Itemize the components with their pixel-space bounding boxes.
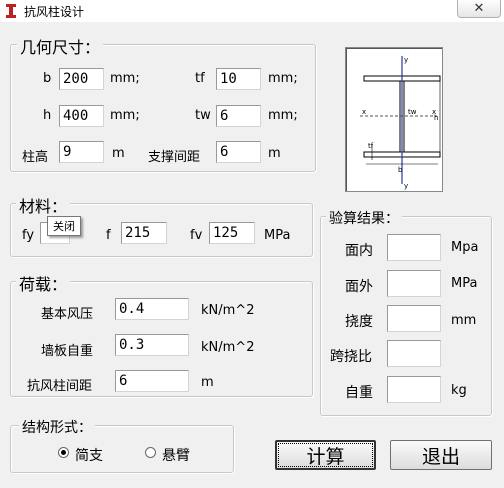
wind-pressure-label: 基本风压 <box>41 307 94 322</box>
tf-label: tf <box>195 71 205 86</box>
fv-label: fv <box>190 228 203 243</box>
material-legend: 材料： <box>16 193 71 217</box>
exit-button[interactable]: 退出 <box>390 440 492 470</box>
in-plane-label: 面内 <box>345 243 373 259</box>
b-unit: mm; <box>110 71 140 86</box>
cantilever-label[interactable]: 悬臂 <box>162 445 190 465</box>
out-plane-output[interactable] <box>387 270 441 297</box>
close-tooltip: 关闭 <box>47 216 81 236</box>
deflection-unit: mm <box>451 313 477 328</box>
b-dim-label: b <box>398 166 403 174</box>
wall-weight-input[interactable]: 0.3 <box>115 334 189 356</box>
radio-selected-dot <box>61 450 66 455</box>
tf-input[interactable]: 10 <box>216 68 261 90</box>
x-left-label: x <box>362 108 366 116</box>
tf-dim-label: tf <box>368 142 374 150</box>
self-weight-output[interactable] <box>387 376 441 403</box>
tw-unit: mm; <box>268 108 298 123</box>
brace-spacing-input[interactable]: 6 <box>216 141 261 163</box>
fv-input[interactable]: 125 <box>209 222 255 244</box>
results-legend: 验算结果： <box>326 208 402 228</box>
simple-support-radio[interactable] <box>58 447 69 458</box>
b-input[interactable]: 200 <box>59 68 104 90</box>
close-button[interactable]: ✕ <box>457 0 501 18</box>
wall-weight-unit: kN/m^2 <box>201 340 255 355</box>
column-height-label: 柱高 <box>22 150 49 165</box>
out-plane-label: 面外 <box>345 279 373 295</box>
app-icon <box>6 4 16 18</box>
self-weight-label: 自重 <box>345 385 373 401</box>
h-input[interactable]: 400 <box>59 105 104 127</box>
f-label: f <box>106 228 111 243</box>
structure-legend: 结构形式： <box>19 417 95 437</box>
section-figure: y y x x tw tf h b <box>345 47 443 192</box>
window-title: 抗风柱设计 <box>24 5 85 19</box>
brace-spacing-unit: m <box>268 146 281 161</box>
in-plane-output[interactable] <box>387 234 441 261</box>
in-plane-unit: Mpa <box>451 240 479 255</box>
out-plane-unit: MPa <box>451 276 478 291</box>
tw-label: tw <box>195 108 211 123</box>
calculate-button[interactable]: 计算 <box>275 440 376 470</box>
wall-weight-label: 墙板自重 <box>41 344 94 359</box>
deflection-label: 挠度 <box>345 314 373 330</box>
tw-dim-label: tw <box>408 108 417 116</box>
close-icon: ✕ <box>473 0 485 16</box>
deflection-output[interactable] <box>387 305 441 332</box>
wind-pressure-unit: kN/m^2 <box>201 303 255 318</box>
column-height-input[interactable]: 9 <box>59 141 104 163</box>
span-deflection-label: 跨挠比 <box>330 349 372 365</box>
span-deflection-output[interactable] <box>387 340 441 367</box>
y-bottom-label: y <box>404 182 408 190</box>
y-top-label: y <box>404 56 408 64</box>
f-input[interactable]: 215 <box>121 222 167 244</box>
column-spacing-input[interactable]: 6 <box>115 370 189 392</box>
h-label: h <box>43 108 52 123</box>
h-dim-label: h <box>434 114 438 122</box>
simple-support-label[interactable]: 简支 <box>75 445 103 465</box>
fy-label: fy <box>22 228 35 243</box>
column-height-unit: m <box>112 146 125 161</box>
load-legend: 荷载： <box>16 271 71 295</box>
h-unit: mm; <box>110 108 140 123</box>
i-beam-diagram: y y x x tw tf h b <box>360 56 441 190</box>
cantilever-radio[interactable] <box>145 447 156 458</box>
self-weight-unit: kg <box>451 383 467 398</box>
brace-spacing-label: 支撑间距 <box>148 150 201 165</box>
tw-input[interactable]: 6 <box>216 105 261 127</box>
b-label: b <box>43 71 52 86</box>
column-spacing-unit: m <box>201 375 214 390</box>
tf-unit: mm; <box>268 71 298 86</box>
wind-pressure-input[interactable]: 0.4 <box>115 298 189 320</box>
geometry-legend: 几何尺寸： <box>17 34 104 58</box>
fv-unit: MPa <box>264 228 291 243</box>
column-spacing-label: 抗风柱间距 <box>27 379 93 394</box>
